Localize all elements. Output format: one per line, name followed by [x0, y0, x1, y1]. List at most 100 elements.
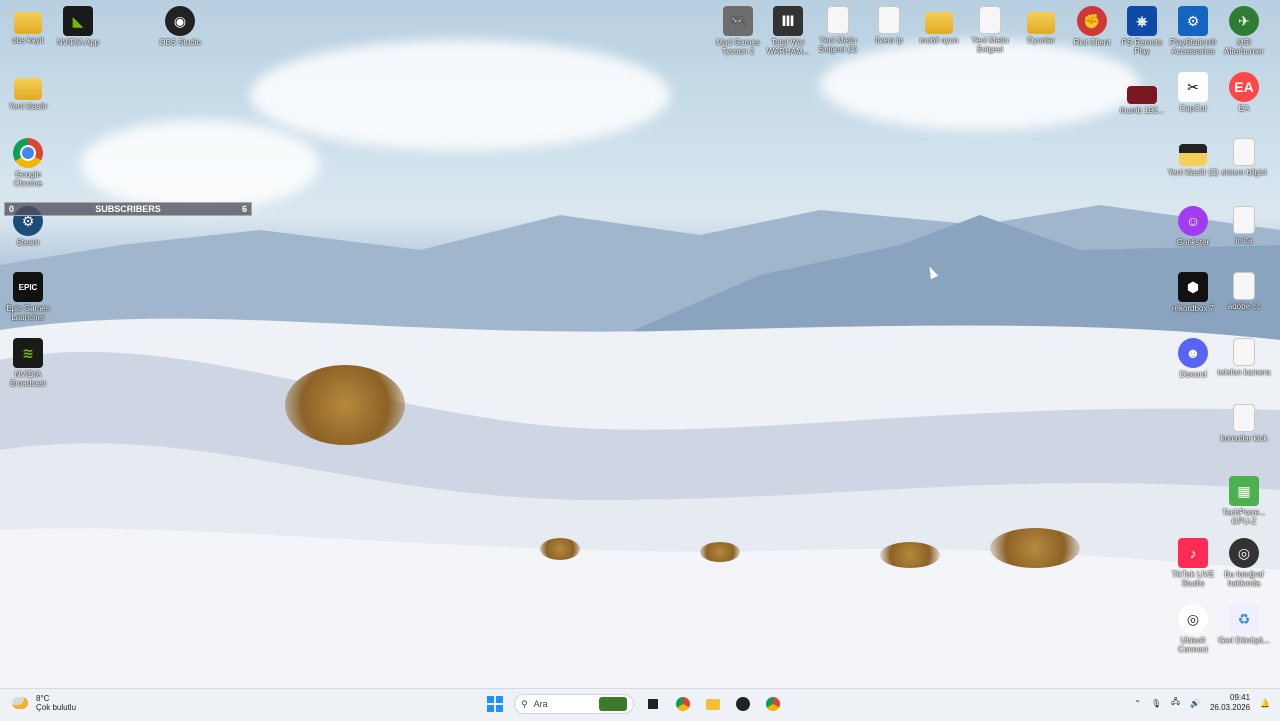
desktop-icon-techpowerup[interactable]: ▦ TechPowe... GPU-Z: [1217, 476, 1271, 526]
desktop-icon-bu-fotograf[interactable]: ◎ Bu fotoğraf hakkında: [1217, 538, 1271, 588]
wallpaper-cloud: [80, 120, 320, 210]
notification-bell-icon[interactable]: 🔔: [1260, 699, 1270, 708]
weather-description: Çok bulutlu: [36, 703, 77, 712]
desktop[interactable]: obs kayit ◣ NVIDIA App ◉ OBS Studio Yeni…: [0, 0, 1280, 688]
desktop-icon-ubisoft[interactable]: ◎ Ubisoft Connect: [1166, 604, 1220, 654]
text-file-icon: [979, 6, 1001, 34]
desktop-icon-insta[interactable]: insta: [1217, 206, 1271, 245]
search-placeholder: Ara: [533, 699, 548, 709]
desktop-icon-epic[interactable]: EPIC Epic Games Launcher: [1, 272, 55, 322]
desktop-icon-riot[interactable]: ✊ Riot Client: [1065, 6, 1119, 47]
gpuz-icon: ▦: [1229, 476, 1259, 506]
network-icon[interactable]: 🖧: [1171, 696, 1180, 710]
taskbar-file-explorer[interactable]: [702, 693, 724, 715]
desktop-icon-yeni-klasor-2[interactable]: Yeni klasör (2): [1166, 138, 1220, 177]
image-file-icon: [1127, 86, 1157, 104]
desktop-icon-yeni-metin[interactable]: Yeni Metin Belgesi: [963, 6, 1017, 54]
desktop-icon-gankster[interactable]: ☺ Gankster: [1166, 206, 1220, 247]
ubisoft-icon: ◎: [1178, 604, 1208, 634]
wallpaper-bush: [700, 542, 740, 562]
task-view-button[interactable]: [642, 693, 664, 715]
gankster-icon: ☺: [1178, 206, 1208, 236]
desktop-icon-thumb[interactable]: thumb 192...: [1115, 80, 1169, 115]
desktop-icon-yeni-metin-2[interactable]: Yeni Metin Belgesi (2): [811, 6, 865, 54]
folder-icon: [706, 698, 720, 710]
desktop-icon-sistem-bilgisi[interactable]: sistem bilgisi: [1217, 138, 1271, 177]
desktop-icon-yeni-klasor[interactable]: Yeni klasör: [1, 72, 55, 111]
search-icon: ⚲: [521, 698, 528, 709]
desktop-icon-nvidia-broadcast[interactable]: ≋ NVIDIA Broadcast: [1, 338, 55, 388]
desktop-icon-komutlar-kick[interactable]: komutlar kick: [1217, 404, 1271, 443]
desktop-icon-telefon-kamera[interactable]: telefon kamera: [1217, 338, 1271, 377]
chevron-up-icon[interactable]: ⌃: [1134, 699, 1141, 708]
microphone-icon[interactable]: 🎙: [1151, 699, 1161, 708]
desktop-icon-ps-accessories[interactable]: ⚙ PlayStation® Accessories: [1166, 6, 1220, 56]
wallpaper-bush: [880, 542, 940, 568]
total-war-icon: Ⅲ: [773, 6, 803, 36]
desktop-icon-oyunlar[interactable]: Oyunlar: [1014, 6, 1068, 45]
desktop-icon-tiktok-live[interactable]: ♪ TikTok LIVE Studio: [1166, 538, 1220, 588]
desktop-icon-mad-games[interactable]: 🎮 Mad Games Tycoon 2: [711, 6, 765, 56]
epic-icon: EPIC: [13, 272, 43, 302]
desktop-icon-discord[interactable]: ☻ Discord: [1166, 338, 1220, 379]
desktop-icon-geri-donusum[interactable]: ♻ Geri Dönüşü...: [1217, 604, 1271, 645]
desktop-icon-adobe-cc[interactable]: adobe cc: [1217, 272, 1271, 311]
taskbar: 8°C Çok bulutlu ⚲ Ara ⌃ 🎙 🖧 🔊 09:41 26.0…: [0, 688, 1280, 721]
taskbar-chrome[interactable]: [672, 693, 694, 715]
system-tray: ⌃ 🎙 🖧 🔊 09:41 26.03.2026 🔔: [1134, 693, 1270, 713]
clock-date: 26.03.2026: [1209, 703, 1251, 712]
text-file-icon: [1233, 272, 1255, 300]
taskbar-chrome-profile[interactable]: [762, 693, 784, 715]
text-file-icon: [1233, 404, 1255, 432]
desktop-icon-ea[interactable]: EA EA: [1217, 72, 1271, 113]
taskbar-obs[interactable]: [732, 693, 754, 715]
text-file-icon: [1233, 138, 1255, 166]
chrome-icon: [676, 697, 690, 711]
desktop-icon-rekordbox[interactable]: ⬢ rekordbox 7: [1166, 272, 1220, 313]
tiktok-icon: ♪: [1178, 538, 1208, 568]
volume-icon[interactable]: 🔊: [1190, 699, 1200, 708]
info-icon: ◎: [1229, 538, 1259, 568]
chrome-icon: [766, 697, 780, 711]
desktop-icon-ps-remote[interactable]: ⎈ PS Remote Play: [1115, 6, 1169, 56]
wallpaper-bush: [990, 528, 1080, 568]
weather-icon: [12, 697, 28, 709]
text-file-icon: [1233, 206, 1255, 234]
desktop-icon-obs-kayit[interactable]: obs kayit: [1, 6, 55, 45]
desktop-icon-fivem-ip[interactable]: fivem ip: [862, 6, 916, 45]
subscribers-widget: 0 SUBSCRIBERS 6: [4, 202, 252, 216]
gamepad-icon: 🎮: [723, 6, 753, 36]
text-file-icon: [1233, 338, 1255, 366]
desktop-icon-obs-studio[interactable]: ◉ OBS Studio: [153, 6, 207, 47]
text-file-icon: [827, 6, 849, 34]
ps-icon: ⚙: [1178, 6, 1208, 36]
folder-icon: [925, 12, 953, 34]
nvidia-icon: ◣: [63, 6, 93, 36]
ea-icon: EA: [1229, 72, 1259, 102]
start-button[interactable]: [484, 693, 506, 715]
weather-widget[interactable]: 8°C Çok bulutlu: [12, 694, 76, 712]
desktop-icon-msi-afterburner[interactable]: ✈ MSI Afterburner: [1217, 6, 1271, 56]
clock[interactable]: 09:41 26.03.2026: [1210, 693, 1250, 713]
subscribers-count: 6: [241, 204, 247, 214]
desktop-icon-total-war[interactable]: Ⅲ Total War WARHAM...: [761, 6, 815, 56]
wallpaper-bush: [540, 538, 580, 560]
msi-icon: ✈: [1229, 6, 1259, 36]
search-highlight-icon: [599, 697, 627, 711]
desktop-icon-mobil-oyun[interactable]: mobil oyun: [912, 6, 966, 45]
nvidia-broadcast-icon: ≋: [13, 338, 43, 368]
taskbar-search[interactable]: ⚲ Ara: [514, 694, 634, 714]
taskbar-apps: ⚲ Ara: [484, 693, 784, 715]
desktop-icon-google-chrome[interactable]: Google Chrome: [1, 138, 55, 188]
subscribers-title: SUBSCRIBERS: [95, 204, 161, 214]
folder-icon: [1179, 144, 1207, 166]
task-view-icon: [648, 699, 658, 709]
rekordbox-icon: ⬢: [1178, 272, 1208, 302]
wallpaper-dunes: [0, 318, 1280, 688]
desktop-icon-nvidia-app[interactable]: ◣ NVIDIA App: [51, 6, 105, 47]
folder-icon: [14, 12, 42, 34]
weather-temp: 8°C: [36, 694, 50, 703]
recycle-bin-icon: ♻: [1229, 604, 1259, 634]
subscribers-start: 0: [9, 204, 15, 214]
desktop-icon-capcut[interactable]: ✂ CapCut: [1166, 72, 1220, 113]
